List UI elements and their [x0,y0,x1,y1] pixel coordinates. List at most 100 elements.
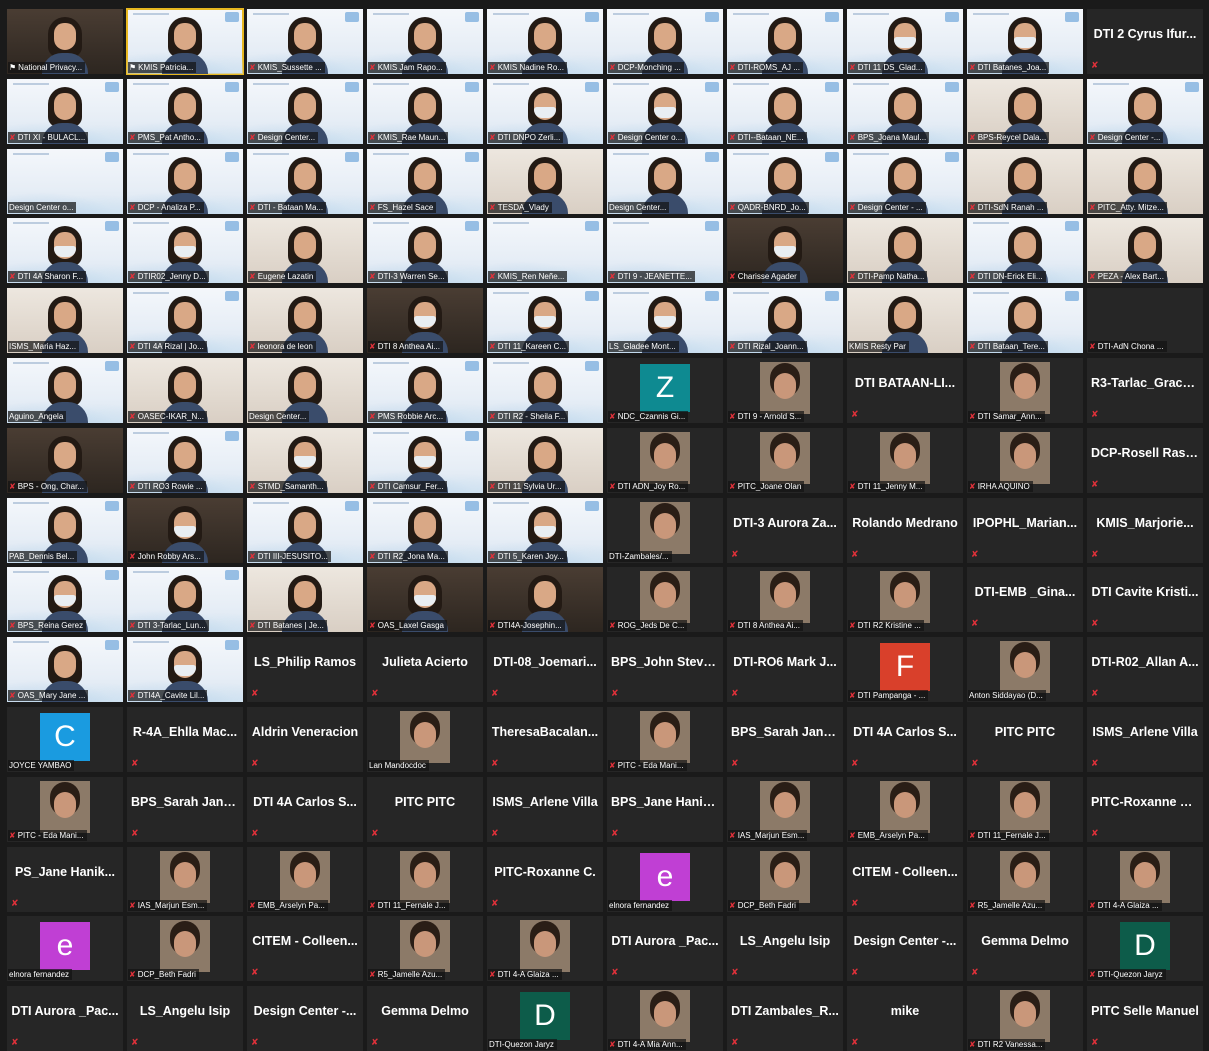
participant-tile[interactable]: ✘ KMIS_Rae Maun... [367,78,483,144]
participant-tile[interactable]: ✘ DTI-ROMS_AJ ... [727,9,843,74]
participant-tile[interactable]: Gemma Delmo ✘ [967,916,1083,982]
participant-tile[interactable]: ⚑ National Privacy... [7,9,123,74]
participant-tile[interactable]: CITEM - Colleen... ✘ [247,916,363,982]
participant-tile[interactable]: ✘ DTI Samar_Ann... [967,357,1083,423]
participant-tile[interactable]: Aldrin Veneracion ✘ [247,706,363,772]
participant-tile[interactable]: ✘ DTI 5_Karen Joy... [487,497,603,563]
participant-tile[interactable]: DTI Aurora _Pac... ✘ [7,986,123,1051]
participant-tile[interactable]: ✘ DTI-SdN Ranah ... [967,148,1083,214]
participant-tile[interactable]: ✘ DTI DNPO Zerli... [487,78,603,144]
participant-tile[interactable]: ✘ DTI R2 Kristine ... [847,567,963,633]
participant-tile[interactable]: DTI 2 Cyrus Ifur... ✘ [1087,9,1203,74]
participant-tile[interactable]: DTI BATAAN-LI... ✘ [847,357,963,423]
participant-tile[interactable]: ✘ DTI - Bataan Ma... [247,148,363,214]
participant-tile[interactable]: ✘ BPS_Joana Maul... [847,78,963,144]
participant-tile[interactable]: BPS_Sarah Jane... ✘ [127,776,243,842]
participant-tile[interactable]: KMIS Resty Par [847,288,963,354]
participant-tile[interactable]: ✘ Design Center -... [1087,78,1203,144]
participant-tile[interactable]: ✘ BPS_Reina Gerez [7,567,123,633]
participant-tile[interactable]: ✘ OAS_Laxel Gasga [367,567,483,633]
participant-tile[interactable]: BPS_John Steve... ✘ [607,637,723,703]
participant-tile[interactable]: ISMS_Maria Haz... [7,288,123,354]
participant-tile[interactable]: ✘ DTI--Bataan_NE... [727,78,843,144]
participant-tile[interactable]: DTI-3 Aurora Za... ✘ [727,497,843,563]
participant-tile[interactable]: ✘ DTI 8 Anthea Ai... [727,567,843,633]
participant-tile[interactable]: ✘ PITC - Eda Mani... [607,706,723,772]
participant-tile[interactable]: Design Center o... [7,148,123,214]
participant-tile[interactable]: ✘ KMIS_Sussette ... [247,9,363,74]
participant-tile[interactable]: LS_Philip Ramos ✘ [247,637,363,703]
participant-tile[interactable]: Design Center -... ✘ [247,986,363,1051]
participant-tile[interactable]: PITC PITC ✘ [367,776,483,842]
participant-tile[interactable]: ✘ IRHA AQUINO [967,427,1083,493]
participant-tile[interactable]: D DTI-Quezon Jaryz [487,986,603,1051]
participant-tile[interactable]: DTI Cavite Kristi... ✘ [1087,567,1203,633]
participant-tile[interactable]: Julieta Acierto ✘ [367,637,483,703]
participant-tile[interactable]: ✘ John Robby Ars... [127,497,243,563]
participant-tile[interactable]: ✘ DCP - Analiza P... [127,148,243,214]
participant-tile[interactable]: DTI Zambales_R... ✘ [727,986,843,1051]
participant-tile[interactable]: DCP-Rosell Rasos ✘ [1087,427,1203,493]
participant-tile[interactable]: ✘ DTI4A-Josephin... [487,567,603,633]
participant-tile[interactable]: DTI-R02_Allan A... ✘ [1087,637,1203,703]
participant-tile[interactable]: ✘ DTI 11_Fernale J... [367,846,483,912]
participant-tile[interactable]: ✘ Design Center... [247,78,363,144]
participant-tile[interactable]: ISMS_Arlene Villa ✘ [1087,706,1203,772]
participant-tile[interactable]: ✘ DTI R2_Jona Ma... [367,497,483,563]
participant-tile[interactable]: ✘ BPS-Reycel Dala... [967,78,1083,144]
participant-tile[interactable]: ✘ DTI 9 - JEANETTE... [607,218,723,284]
participant-tile[interactable]: ✘ DTI RO3 Rowie ... [127,427,243,493]
participant-tile[interactable]: ✘ BPS - Ong, Char... [7,427,123,493]
participant-tile[interactable]: ✘ DTI-3 Warren Se... [367,218,483,284]
participant-tile[interactable]: LS_Gladee Mont... [607,288,723,354]
participant-tile[interactable]: ✘ Design Center - ... [847,148,963,214]
participant-tile[interactable]: ✘ KMIS Jam Rapo... [367,9,483,74]
participant-tile[interactable]: Design Center... [247,357,363,423]
participant-tile[interactable]: ✘ OASEC-IKAR_N... [127,357,243,423]
participant-tile[interactable]: ✘ DCP-Monching ... [607,9,723,74]
participant-tile[interactable]: Rolando Medrano ✘ [847,497,963,563]
participant-tile[interactable]: F ✘ DTI Pampanga - ... [847,637,963,703]
participant-tile[interactable]: DTI-RO6 Mark J... ✘ [727,637,843,703]
participant-tile[interactable]: R3-Tarlac_Grace... ✘ [1087,357,1203,423]
participant-tile[interactable]: ✘ KMIS_Ren Neñe... [487,218,603,284]
participant-tile[interactable]: DTI-Zambales/... [607,497,723,563]
participant-tile[interactable]: ✘ FS_Hazel Sace [367,148,483,214]
participant-tile[interactable]: ✘ Design Center o... [607,78,723,144]
participant-tile[interactable]: ⚑ KMIS Patricia... [126,8,244,75]
participant-tile[interactable]: ✘ PMS_Pat Antho... [127,78,243,144]
participant-tile[interactable]: PITC-Roxanne C. ✘ [487,846,603,912]
participant-tile[interactable]: LS_Angelu Isip ✘ [127,986,243,1051]
participant-tile[interactable]: ✘ DCP_Beth Fadri [727,846,843,912]
participant-tile[interactable]: ✘ DTI 4A Rizal | Jo... [127,288,243,354]
participant-tile[interactable]: ✘ DTI R2 - Sheila F... [487,357,603,423]
participant-tile[interactable]: ✘ PITC - Eda Mani... [7,776,123,842]
participant-tile[interactable]: e elnora fernandez [7,916,123,982]
participant-tile[interactable]: Design Center... [607,148,723,214]
participant-tile[interactable]: ✘ PITC_Joane Olan [727,427,843,493]
participant-tile[interactable]: ✘ DTI 8 Anthea Ai... [367,288,483,354]
participant-tile[interactable]: Gemma Delmo ✘ [367,986,483,1051]
participant-tile[interactable]: ✘ DTI III-JESUSITO... [247,497,363,563]
participant-tile[interactable]: TheresaBacalan... ✘ [487,706,603,772]
participant-tile[interactable]: ✘ PEZA - Alex Bart... [1087,218,1203,284]
participant-tile[interactable]: C JOYCE YAMBAO [7,706,123,772]
participant-tile[interactable]: ✘ DTI-AdN Chona ... [1087,288,1203,354]
participant-tile[interactable]: ✘ IAS_Marjun Esm... [727,776,843,842]
participant-tile[interactable]: ✘ DTI 11_Kareen C... [487,288,603,354]
participant-tile[interactable]: ✘ DTI-Pamp Natha... [847,218,963,284]
participant-tile[interactable]: ✘ EMB_Arselyn Pa... [247,846,363,912]
participant-tile[interactable]: ✘ Charisse Agader [727,218,843,284]
participant-tile[interactable]: Design Center -... ✘ [847,916,963,982]
participant-tile[interactable]: DTI-EMB _Gina... ✘ [967,567,1083,633]
participant-tile[interactable]: ✘ DTI4A_Cavite Lil... [127,637,243,703]
participant-tile[interactable]: ✘ DTI XI - BULACL... [7,78,123,144]
participant-tile[interactable]: ✘ DTI DN-Erick Eli... [967,218,1083,284]
participant-tile[interactable]: ✘ Eugene Lazatin [247,218,363,284]
participant-tile[interactable]: ✘ DCP_Beth Fadri [127,916,243,982]
participant-tile[interactable]: ✘ DTI 11 Sylvia Ur... [487,427,603,493]
participant-tile[interactable]: LS_Angelu Isip ✘ [727,916,843,982]
participant-tile[interactable]: IPOPHL_Marian... ✘ [967,497,1083,563]
participant-tile[interactable]: ✘ IAS_Marjun Esm... [127,846,243,912]
participant-tile[interactable]: ✘ DTI 9 - Arnold S... [727,357,843,423]
